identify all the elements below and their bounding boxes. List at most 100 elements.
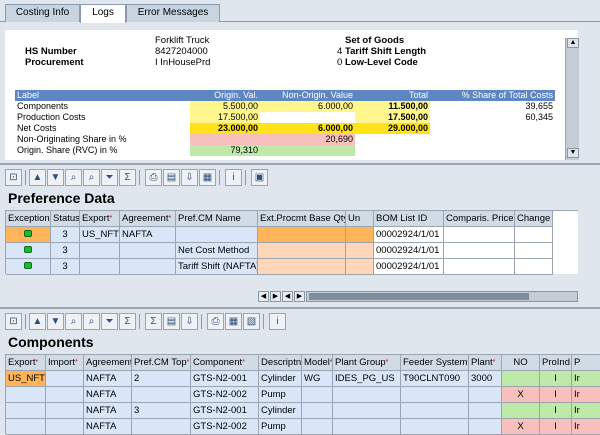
component-cell[interactable]: GTS-N2-002: [191, 419, 259, 435]
export-icon[interactable]: ⇩: [181, 313, 198, 330]
proind-cell[interactable]: I: [540, 419, 572, 435]
details-icon[interactable]: ⊡: [5, 313, 22, 330]
model-cell[interactable]: [302, 387, 333, 403]
comparis-price-cell[interactable]: [444, 227, 515, 243]
change-cell[interactable]: [515, 243, 553, 259]
pref-cm-top-cell[interactable]: 2: [132, 371, 191, 387]
un-cell[interactable]: [346, 227, 374, 243]
bom-cell[interactable]: 00002924/1/01: [374, 259, 444, 275]
scroll-first-icon[interactable]: ◀: [282, 291, 293, 302]
feeder-system-cell[interactable]: [401, 403, 469, 419]
plant-cell[interactable]: [469, 403, 502, 419]
col-plant-group[interactable]: Plant Group*: [333, 355, 401, 371]
col-pref-cm-name[interactable]: Pref.CM Name: [176, 211, 258, 227]
description-cell[interactable]: Cylinder: [259, 403, 302, 419]
find-icon[interactable]: ⌕: [65, 169, 82, 186]
scroll-down-icon[interactable]: ▼: [567, 148, 579, 158]
status-cell[interactable]: 3: [51, 243, 80, 259]
agreement-cell[interactable]: NAFTA: [84, 419, 132, 435]
info-icon[interactable]: i: [225, 169, 242, 186]
col-status[interactable]: Status: [51, 211, 80, 227]
export-cell[interactable]: [80, 259, 120, 275]
agreement-cell[interactable]: [120, 259, 176, 275]
info-icon[interactable]: i: [269, 313, 286, 330]
plant-group-cell[interactable]: [333, 387, 401, 403]
model-cell[interactable]: WG: [302, 371, 333, 387]
pref-cm-top-cell[interactable]: [132, 387, 191, 403]
sort-ascending-icon[interactable]: ▲: [29, 313, 46, 330]
description-cell[interactable]: Pump: [259, 387, 302, 403]
layout-icon[interactable]: ▦: [225, 313, 242, 330]
col-component[interactable]: Component*: [191, 355, 259, 371]
col-descriptn[interactable]: Descriptn: [259, 355, 302, 371]
plant-group-cell[interactable]: IDES_PG_US: [333, 371, 401, 387]
model-cell[interactable]: [302, 419, 333, 435]
no-cell[interactable]: [502, 403, 540, 419]
scroll-left-icon[interactable]: ◀: [258, 291, 269, 302]
col-un[interactable]: Un: [346, 211, 374, 227]
pref-cm-cell[interactable]: [176, 227, 258, 243]
filter-icon[interactable]: ⏷: [101, 169, 118, 186]
no-cell[interactable]: X: [502, 387, 540, 403]
pref-cm-top-cell[interactable]: [132, 419, 191, 435]
bom-cell[interactable]: 00002924/1/01: [374, 243, 444, 259]
header-vertical-scrollbar[interactable]: ▲ ▼: [565, 38, 579, 160]
scroll-thumb[interactable]: [309, 293, 529, 300]
status-cell[interactable]: 3: [51, 227, 80, 243]
layout-icon[interactable]: ▦: [199, 169, 216, 186]
graphic-icon[interactable]: ▧: [243, 313, 260, 330]
plant-cell[interactable]: [469, 419, 502, 435]
col-agreement[interactable]: Agreement*: [120, 211, 176, 227]
detail-view-icon[interactable]: ▣: [251, 169, 268, 186]
model-cell[interactable]: [302, 403, 333, 419]
col-ext-procmt-base-qty[interactable]: Ext.Procmt Base Qty: [258, 211, 346, 227]
tab-error-messages[interactable]: Error Messages: [126, 4, 220, 22]
un-cell[interactable]: [346, 243, 374, 259]
sort-descending-icon[interactable]: ▼: [47, 313, 64, 330]
feeder-system-cell[interactable]: [401, 419, 469, 435]
col-feeder-system[interactable]: Feeder System*: [401, 355, 469, 371]
p-cell[interactable]: Ir: [572, 403, 600, 419]
export-icon[interactable]: ⇩: [181, 169, 198, 186]
col-bom-list-id[interactable]: BOM List ID: [374, 211, 444, 227]
proind-cell[interactable]: I: [540, 387, 572, 403]
col-export[interactable]: Export*: [6, 355, 46, 371]
p-cell[interactable]: Ir: [572, 387, 600, 403]
import-cell[interactable]: [46, 419, 84, 435]
pref-cm-cell[interactable]: Tariff Shift (NAFTA): [176, 259, 258, 275]
export-cell[interactable]: [6, 403, 46, 419]
views-icon[interactable]: ▤: [163, 313, 180, 330]
plant-group-cell[interactable]: [333, 403, 401, 419]
ext-procmt-cell[interactable]: [258, 259, 346, 275]
proind-cell[interactable]: I: [540, 403, 572, 419]
find-next-icon[interactable]: ⌕: [83, 169, 100, 186]
col-exception[interactable]: Exception: [6, 211, 51, 227]
status-cell[interactable]: 3: [51, 259, 80, 275]
plant-cell[interactable]: 3000: [469, 371, 502, 387]
col-model[interactable]: Model*: [302, 355, 333, 371]
details-icon[interactable]: ⊡: [5, 169, 22, 186]
agreement-cell[interactable]: NAFTA: [120, 227, 176, 243]
tab-costing-info[interactable]: Costing Info: [5, 4, 80, 22]
bom-cell[interactable]: 00002924/1/01: [374, 227, 444, 243]
col-export[interactable]: Export*: [80, 211, 120, 227]
change-cell[interactable]: [515, 259, 553, 275]
sort-ascending-icon[interactable]: ▲: [29, 169, 46, 186]
exception-cell[interactable]: [6, 259, 51, 275]
col-change[interactable]: Change: [515, 211, 553, 227]
sum-icon[interactable]: Σ: [119, 169, 136, 186]
col-comparis-price[interactable]: Comparis. Price: [444, 211, 515, 227]
find-next-icon[interactable]: ⌕: [83, 313, 100, 330]
find-icon[interactable]: ⌕: [65, 313, 82, 330]
col-p[interactable]: P: [572, 355, 600, 371]
comparis-price-cell[interactable]: [444, 259, 515, 275]
export-cell[interactable]: [6, 387, 46, 403]
filter-icon[interactable]: ⏷: [101, 313, 118, 330]
pref-cm-cell[interactable]: Net Cost Method: [176, 243, 258, 259]
no-cell[interactable]: X: [502, 419, 540, 435]
import-cell[interactable]: [46, 371, 84, 387]
feeder-system-cell[interactable]: T90CLNT090: [401, 371, 469, 387]
scroll-right-icon[interactable]: ▶: [270, 291, 281, 302]
col-plant[interactable]: Plant*: [469, 355, 502, 371]
p-cell[interactable]: Ir: [572, 419, 600, 435]
